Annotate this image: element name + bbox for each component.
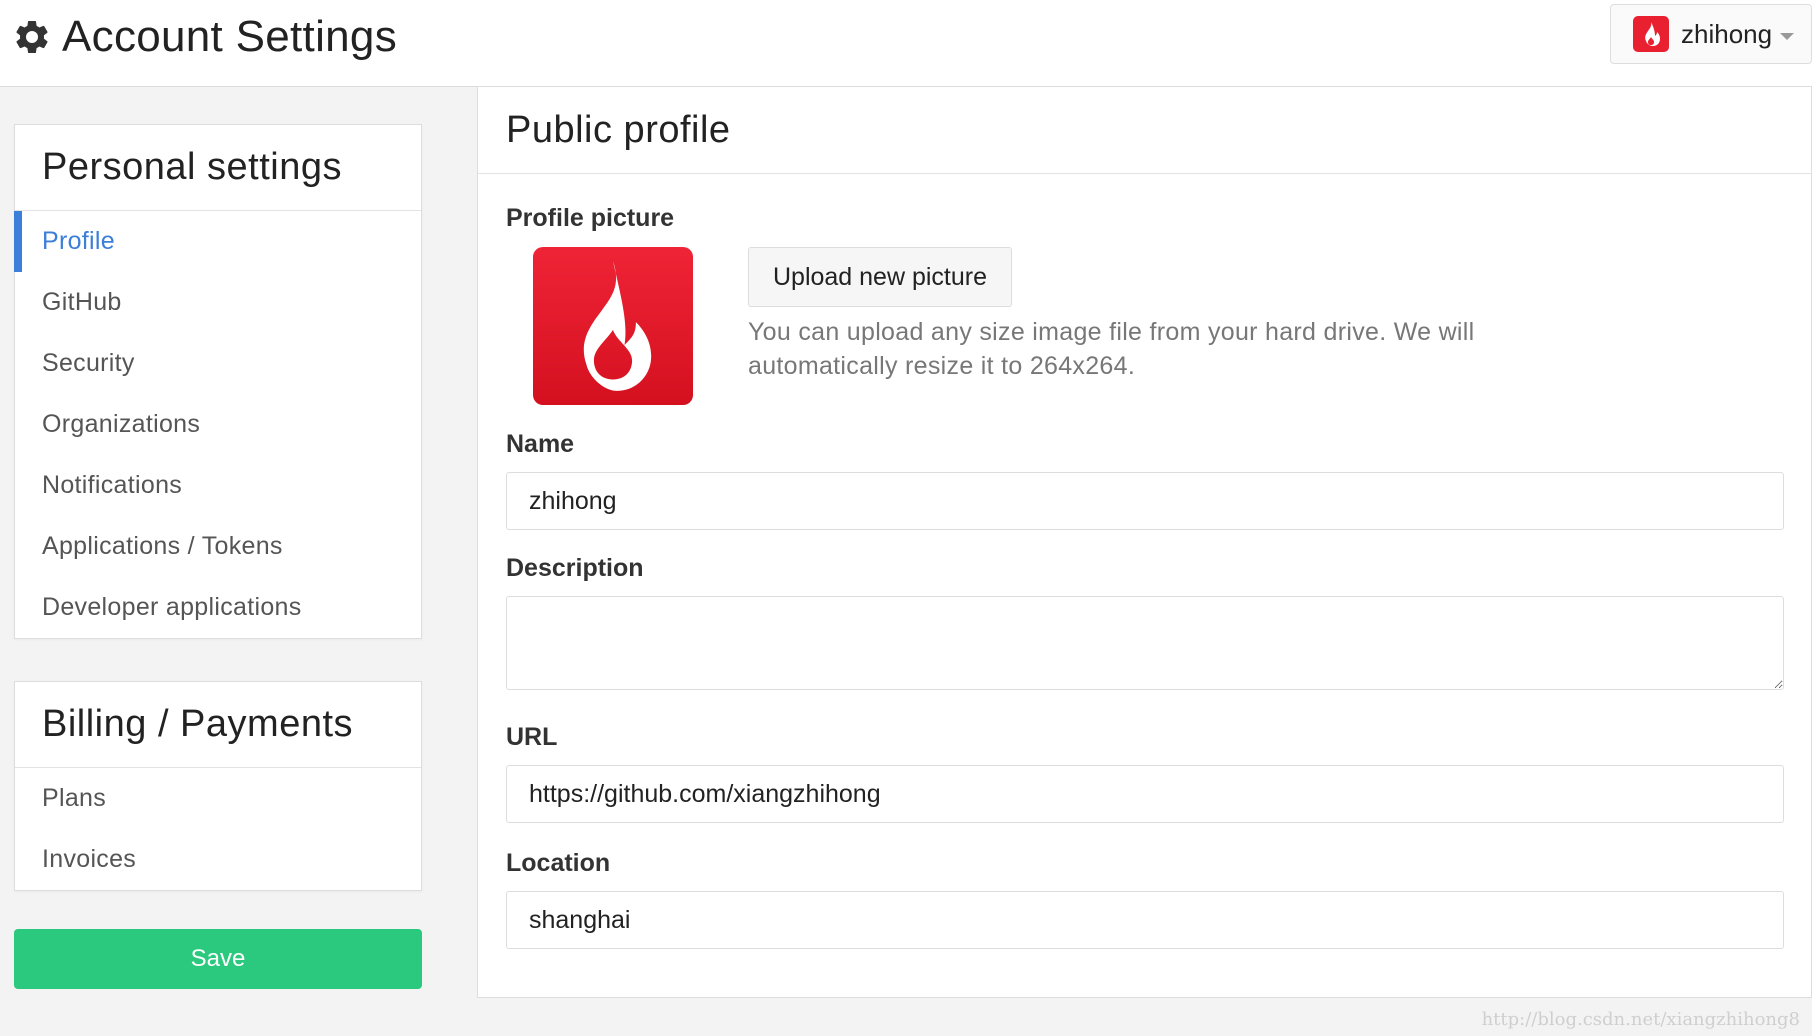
billing-heading: Billing / Payments [15,682,421,768]
location-label: Location [506,849,611,877]
top-header: Account Settings zhihong [0,0,1812,87]
flame-icon [583,261,652,391]
save-button[interactable]: Save [14,929,422,989]
watermark-text: http://blog.csdn.net/xiangzhihong8 [1481,1009,1800,1030]
profile-picture-label: Profile picture [506,204,675,232]
sidebar-item-github[interactable]: GitHub [15,272,421,333]
sidebar-item-profile[interactable]: Profile [14,211,421,272]
page-title-group: Account Settings [12,12,397,62]
gear-icon [16,20,48,53]
description-field[interactable] [506,596,1784,690]
avatar [1633,16,1669,52]
public-profile-panel: Public profile Profile picture Upload ne… [477,86,1812,998]
chevron-down-icon [1780,32,1795,40]
upload-picture-button[interactable]: Upload new picture [748,247,1012,307]
name-field[interactable] [506,472,1784,530]
url-label: URL [506,723,558,751]
url-field[interactable] [506,765,1784,823]
sidebar-item-plans[interactable]: Plans [15,768,421,829]
billing-panel: Billing / Payments Plans Invoices [14,681,422,891]
profile-picture [533,247,693,405]
sidebar-item-organizations[interactable]: Organizations [15,394,421,455]
sidebar-item-security[interactable]: Security [15,333,421,394]
flame-icon [1645,22,1660,46]
description-label: Description [506,554,644,582]
upload-help-text: You can upload any size image file from … [748,318,1475,380]
sidebar-item-applications-tokens[interactable]: Applications / Tokens [15,516,421,577]
page-title: Account Settings [62,12,397,61]
name-label: Name [506,430,575,458]
personal-settings-heading: Personal settings [15,125,421,211]
sidebar-item-notifications[interactable]: Notifications [15,455,421,516]
user-menu-button[interactable]: zhihong [1610,4,1812,64]
sidebar-item-invoices[interactable]: Invoices [15,829,421,890]
sidebar-item-developer-applications[interactable]: Developer applications [15,577,421,638]
location-field[interactable] [506,891,1784,949]
personal-settings-panel: Personal settings Profile GitHub Securit… [14,124,422,639]
public-profile-heading: Public profile [478,87,1811,174]
user-name: zhihong [1681,18,1773,49]
